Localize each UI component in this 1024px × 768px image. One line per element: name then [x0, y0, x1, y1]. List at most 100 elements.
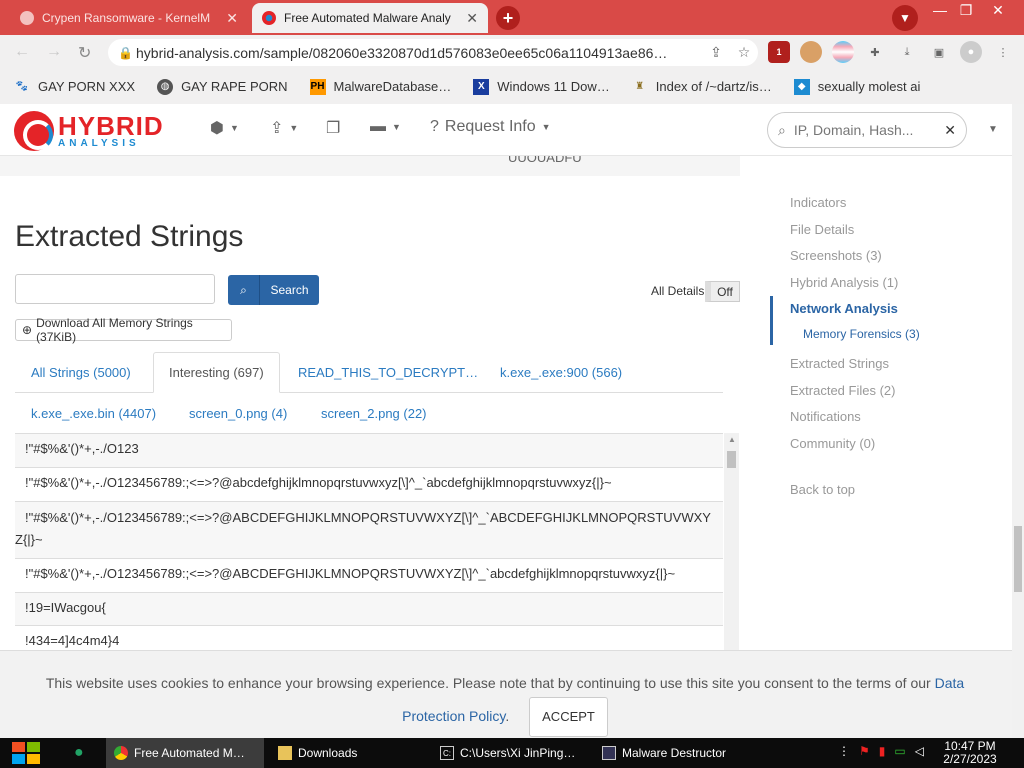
strings-scrollbar[interactable]: ▲	[724, 433, 739, 650]
bookmark-star-icon[interactable]: ☆	[730, 44, 758, 61]
tab-k-exe-bin[interactable]: k.exe_.exe.bin (4407)	[31, 406, 156, 421]
side-panel-icon[interactable]: ▣	[928, 41, 950, 63]
x-icon: X	[473, 78, 490, 95]
string-row: !19=IWacgou{	[15, 592, 723, 625]
tab-search-chevron-icon[interactable]: ▼	[892, 5, 918, 31]
menu-kebab-icon[interactable]: ⋮	[992, 41, 1014, 63]
url-text[interactable]: hybrid-analysis.com/sample/082060e332087…	[136, 45, 702, 61]
tab-all-strings[interactable]: All Strings (5000)	[31, 365, 131, 380]
scroll-up-icon[interactable]: ▲	[728, 435, 736, 444]
tab-screen-0[interactable]: screen_0.png (4)	[189, 406, 287, 421]
bookmark-item[interactable]: ♜ Index of /~dartz/is…	[632, 79, 771, 95]
menu-sandbox[interactable]: ⬢ ▼	[210, 118, 239, 138]
taskbar-item-downloads[interactable]: Downloads	[270, 738, 426, 768]
omnibox[interactable]: 🔒 hybrid-analysis.com/sample/082060e3320…	[108, 39, 758, 66]
nav-screenshots[interactable]: Screenshots (3)	[770, 243, 1000, 270]
hybrid-analysis-logo[interactable]: HYBRID ANALYSIS	[14, 111, 164, 151]
taskbar-item-malware-destructor[interactable]: Malware Destructor	[594, 738, 750, 768]
flag-icon[interactable]: ⚑	[859, 744, 870, 758]
accept-cookies-button[interactable]: ACCEPT	[529, 697, 608, 737]
bookmark-item[interactable]: X Windows 11 Dow…	[473, 78, 610, 95]
right-sidebar-nav: Indicators File Details Screenshots (3) …	[770, 190, 1000, 504]
menu-reports[interactable]: ❐	[326, 118, 340, 138]
share-icon[interactable]: ⇪	[702, 44, 730, 61]
page-scrollbar[interactable]	[1012, 104, 1024, 738]
back-arrow-icon[interactable]: ←	[14, 43, 30, 61]
tab-close-icon[interactable]: ✕	[466, 10, 478, 27]
close-window-button[interactable]: ✕	[986, 2, 1010, 20]
taskbar-item-chrome[interactable]: Free Automated M…	[106, 738, 264, 768]
system-tray: ⋮ ⚑ ▮ ▭ ◁	[838, 744, 924, 758]
download-circle-icon: ⊕	[22, 323, 33, 337]
clear-search-icon[interactable]: ✕	[944, 122, 956, 139]
strings-table: !"#$%&'()*+,-./O123 !"#$%&'()*+,-./O1234…	[15, 433, 723, 650]
restore-button[interactable]: ❐	[954, 2, 978, 20]
all-details-toggle[interactable]: Off	[705, 281, 740, 302]
tab-favicon-icon	[20, 11, 34, 25]
strings-search-input[interactable]	[15, 274, 215, 304]
nav-extracted-files[interactable]: Extracted Files (2)	[770, 378, 1000, 405]
volume-icon[interactable]: ◁	[915, 744, 924, 758]
chrome-icon	[114, 746, 128, 760]
cookie-banner: This website uses cookies to enhance you…	[0, 650, 1012, 738]
globe-icon: ◍	[157, 78, 174, 95]
header-search-input[interactable]: IP, Domain, Hash...	[794, 122, 944, 138]
minimize-button[interactable]: —	[928, 2, 952, 20]
strings-tabs: All Strings (5000) Interesting (697) REA…	[15, 352, 723, 393]
header-search-box[interactable]: ⌕ IP, Domain, Hash... ✕	[767, 112, 967, 148]
tab-k-exe-900[interactable]: k.exe_.exe:900 (566)	[500, 365, 622, 380]
search-button[interactable]: ⌕ Search	[228, 275, 319, 305]
nav-hybrid-analysis[interactable]: Hybrid Analysis (1)	[770, 270, 1000, 297]
tab-screen-2[interactable]: screen_2.png (22)	[321, 406, 427, 421]
browser-tab-crypen[interactable]: Crypen Ransomware - KernelM ✕	[10, 3, 248, 33]
ublock-icon[interactable]: 1	[768, 41, 790, 63]
tab-close-icon[interactable]: ✕	[226, 10, 238, 27]
all-details-label: All Details:	[651, 284, 708, 298]
browser-tab-hybrid[interactable]: Free Automated Malware Analy ✕	[252, 3, 488, 33]
string-row: !"#$%&'()*+,-./O123	[15, 433, 723, 467]
nav-community[interactable]: Community (0)	[770, 431, 1000, 458]
download-memory-strings-button[interactable]: ⊕ Download All Memory Strings (37KiB)	[15, 316, 232, 344]
network-icon[interactable]: ▭	[894, 744, 905, 758]
app-green-icon[interactable]: ●	[66, 738, 98, 768]
forward-arrow-icon[interactable]: →	[46, 43, 62, 61]
new-tab-button[interactable]: +	[496, 6, 520, 30]
menu-request-info[interactable]: ? Request Info ▼	[430, 118, 551, 136]
bookmark-item[interactable]: ◆ sexually molest ai	[793, 78, 920, 95]
nav-indicators[interactable]: Indicators	[770, 190, 1000, 217]
bookmarks-bar: 🐾 GAY PORN XXX ◍ GAY RAPE PORN PH MalwareDa…	[0, 69, 1024, 104]
nav-network-analysis[interactable]: Network Analysis	[770, 296, 1000, 323]
reload-icon[interactable]: ↻	[78, 43, 91, 63]
page-title: Extracted Strings	[15, 220, 244, 253]
nav-file-details[interactable]: File Details	[770, 217, 1000, 244]
system-clock[interactable]: 10:47 PM 2/27/2023	[934, 740, 1006, 766]
tab-strip: Crypen Ransomware - KernelM ✕ Free Autom…	[0, 0, 1024, 35]
tab-read-this-to-decrypt[interactable]: READ_THIS_TO_DECRYPT…	[298, 365, 478, 380]
bookmark-item[interactable]: 🐾 GAY PORN XXX	[14, 79, 135, 95]
windows-taskbar: ● Free Automated M… Downloads C: C:\User…	[0, 738, 1024, 768]
avatar-extension-icon[interactable]	[800, 41, 822, 63]
start-button-windows-icon[interactable]	[12, 742, 40, 764]
question-circle-icon: ?	[430, 118, 439, 135]
nav-extracted-strings[interactable]: Extracted Strings	[770, 351, 1000, 378]
download-icon[interactable]: ⤓	[896, 41, 918, 63]
tray-overflow-icon[interactable]: ⋮	[838, 744, 850, 758]
back-to-top-link[interactable]: Back to top	[770, 477, 1000, 504]
menu-resources[interactable]: ▬ ▼	[370, 118, 401, 136]
scrollbar-thumb[interactable]	[727, 451, 736, 468]
bookmark-item[interactable]: PH MalwareDatabase…	[309, 78, 451, 95]
flag-extension-icon[interactable]	[832, 41, 854, 63]
puzzle-icon[interactable]: ✚	[864, 41, 886, 63]
user-dropdown-caret-icon[interactable]: ▼	[988, 124, 998, 135]
security-icon[interactable]: ▮	[879, 744, 886, 758]
menu-submit[interactable]: ⇪ ▼	[270, 118, 298, 138]
nav-memory-forensics[interactable]: Memory Forensics (3)	[770, 322, 1000, 345]
bookmark-item[interactable]: ◍ GAY RAPE PORN	[157, 78, 288, 95]
page-scrollbar-thumb[interactable]	[1014, 526, 1022, 592]
taskbar-item-terminal[interactable]: C: C:\Users\Xi JinPing…	[432, 738, 588, 768]
tab-interesting[interactable]: Interesting (697)	[153, 352, 280, 393]
profile-icon[interactable]: ●	[960, 41, 982, 63]
nav-notifications[interactable]: Notifications	[770, 404, 1000, 431]
string-row: !"#$%&'()*+,-./O123456789:;<=>?@abcdefgh…	[15, 467, 723, 501]
tab-title: Free Automated Malware Analy	[284, 11, 451, 25]
